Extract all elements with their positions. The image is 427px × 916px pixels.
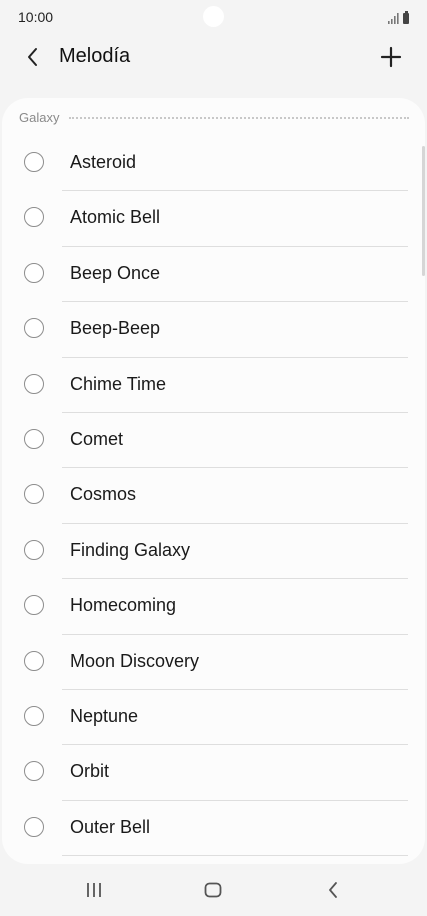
signal-icon bbox=[388, 13, 399, 24]
melody-label: Outer Bell bbox=[70, 816, 151, 837]
melody-list-item[interactable]: Homecoming bbox=[2, 579, 425, 635]
app-bar: Melodía bbox=[0, 34, 427, 80]
nav-back-button[interactable] bbox=[313, 876, 353, 904]
melody-label: Moon Discovery bbox=[70, 650, 200, 671]
melody-label: Beep Once bbox=[70, 262, 161, 283]
melody-label: Beep-Beep bbox=[70, 318, 161, 339]
section-header: Galaxy bbox=[19, 109, 409, 125]
scrollbar[interactable] bbox=[422, 146, 425, 276]
radio-button[interactable] bbox=[24, 152, 44, 172]
melody-list: Asteroid Atomic Bell Beep Once Beep-Beep Chi… bbox=[2, 136, 425, 857]
melody-label: Comet bbox=[70, 428, 124, 449]
front-camera bbox=[203, 6, 224, 27]
melody-label: Asteroid bbox=[70, 152, 137, 172]
radio-button[interactable] bbox=[24, 484, 44, 505]
section-label: Galaxy bbox=[19, 109, 60, 125]
melody-list-item[interactable]: Asteroid bbox=[2, 136, 425, 192]
section-divider bbox=[69, 117, 409, 119]
melody-list-item[interactable]: Neptune bbox=[2, 690, 425, 746]
page-title: Melodía bbox=[59, 45, 131, 67]
status-icons bbox=[388, 10, 409, 24]
radio-button[interactable] bbox=[24, 373, 44, 394]
melody-label: Atomic Bell bbox=[70, 207, 161, 228]
melody-list-item[interactable]: Comet bbox=[2, 413, 425, 469]
navigation-bar bbox=[0, 864, 427, 916]
back-button[interactable] bbox=[18, 42, 48, 72]
plus-icon bbox=[380, 46, 402, 68]
melody-label: Finding Galaxy bbox=[70, 539, 191, 560]
radio-button[interactable] bbox=[24, 816, 44, 837]
recent-apps-button[interactable] bbox=[74, 876, 114, 904]
home-button[interactable] bbox=[193, 876, 233, 904]
radio-button[interactable] bbox=[24, 262, 44, 283]
melody-label: Chime Time bbox=[70, 373, 167, 394]
radio-button[interactable] bbox=[24, 705, 44, 726]
melody-list-item[interactable]: Moon Discovery bbox=[2, 635, 425, 690]
melody-label: Cosmos bbox=[70, 484, 137, 505]
radio-button[interactable] bbox=[24, 650, 44, 671]
melody-list-item[interactable]: Finding Galaxy bbox=[2, 524, 425, 580]
melody-list-item[interactable]: Beep-Beep bbox=[2, 302, 425, 358]
add-button[interactable] bbox=[375, 41, 407, 73]
radio-button[interactable] bbox=[24, 595, 44, 616]
status-bar: 10:00 bbox=[0, 0, 427, 34]
home-icon bbox=[204, 882, 222, 898]
melody-list-item[interactable]: Chime Time bbox=[2, 358, 425, 413]
melody-label: Orbit bbox=[70, 761, 110, 782]
melody-list-item[interactable]: Orbit bbox=[2, 745, 425, 801]
radio-button[interactable] bbox=[24, 539, 44, 560]
melody-label: Homecoming bbox=[70, 595, 177, 616]
radio-button[interactable] bbox=[24, 318, 44, 339]
melody-list-item[interactable]: Atomic Bell bbox=[2, 191, 425, 247]
radio-button[interactable] bbox=[24, 761, 44, 782]
radio-button[interactable] bbox=[24, 428, 44, 449]
chevron-left-icon bbox=[28, 48, 37, 66]
melody-label: Neptune bbox=[70, 705, 139, 726]
melody-card: Galaxy Asteroid Atomic Bell Beep Once Beep-… bbox=[2, 98, 425, 864]
list-divider bbox=[62, 855, 408, 857]
status-time: 10:00 bbox=[18, 9, 54, 25]
recent-apps-icon bbox=[87, 883, 101, 897]
melody-list-item[interactable]: Beep Once bbox=[2, 247, 425, 303]
radio-button[interactable] bbox=[24, 207, 44, 228]
back-icon bbox=[329, 882, 337, 898]
melody-list-item[interactable]: Cosmos bbox=[2, 468, 425, 524]
melody-list-item[interactable]: Outer Bell bbox=[2, 801, 425, 857]
battery-icon bbox=[403, 11, 409, 24]
